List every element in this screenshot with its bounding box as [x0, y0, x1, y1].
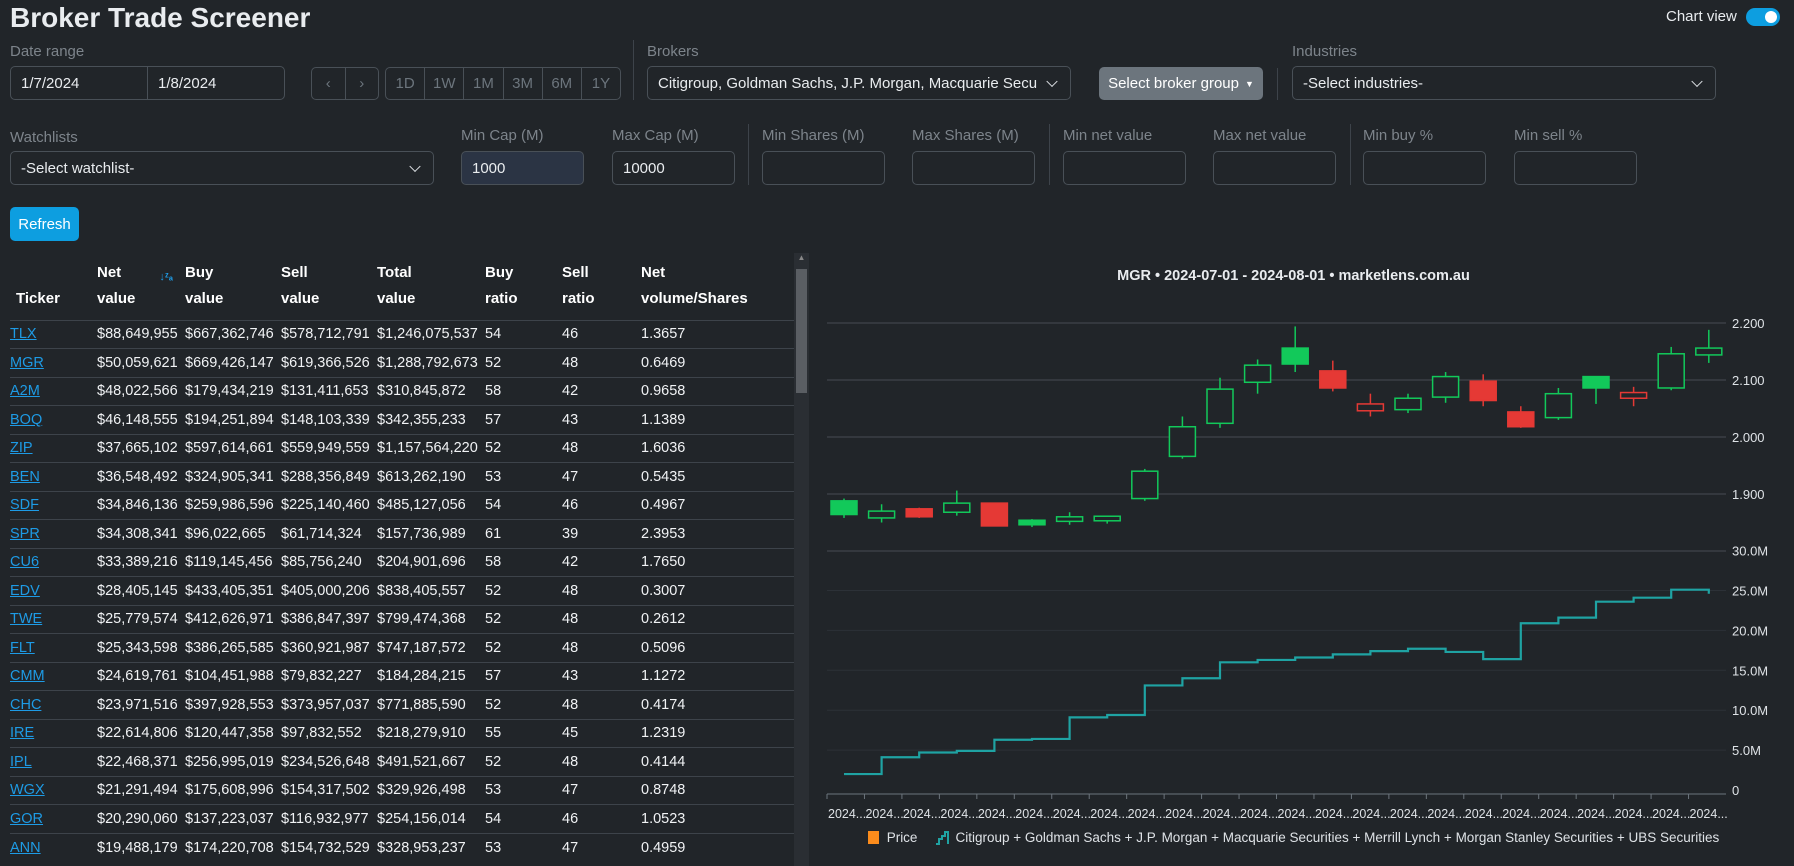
x-tick-label: 2024... [1577, 807, 1615, 821]
x-tick-label: 2024... [1427, 807, 1465, 821]
candle[interactable] [1507, 406, 1535, 428]
candle[interactable] [1582, 375, 1610, 404]
candle[interactable] [1206, 377, 1234, 428]
volume-tick-label: 25.0M [1732, 584, 1768, 599]
candle[interactable] [1469, 374, 1497, 407]
candle-body [1093, 515, 1121, 522]
candle-body [1206, 388, 1234, 425]
candle[interactable] [1281, 326, 1309, 373]
candle[interactable] [905, 507, 933, 518]
candle[interactable] [1131, 468, 1159, 501]
x-tick-label: 2024... [1690, 807, 1728, 821]
candle-body [1055, 516, 1084, 523]
volume-tick-label: 30.0M [1732, 544, 1768, 559]
price-tick-label: 2.000 [1732, 430, 1765, 445]
volume-step-line [844, 588, 1710, 776]
x-tick-label: 2024... [1315, 807, 1353, 821]
candle-body [1394, 397, 1422, 411]
candle-body [1356, 403, 1385, 412]
price-tick-label: 2.100 [1732, 373, 1765, 388]
candle[interactable] [1544, 387, 1573, 420]
x-tick-label: 2024... [1015, 807, 1053, 821]
x-tick-label: 2024... [1352, 807, 1390, 821]
price-volume-chart: 1.900 2.000 2.100 2.200 0 5.0M 10.0M 15.0M 20.0M… [826, 316, 1768, 821]
x-tick-label: 2024... [903, 807, 941, 821]
candle-body [1018, 519, 1046, 526]
candle[interactable] [1431, 372, 1460, 403]
legend-item-brokers[interactable]: Citigroup + Goldman Sachs + J.P. Morgan … [935, 830, 1719, 845]
x-tick-label: 2024... [828, 807, 866, 821]
x-tick-label: 2024... [1240, 807, 1278, 821]
candle-body [1469, 380, 1497, 402]
volume-tick-label: 15.0M [1732, 663, 1768, 678]
x-tick-label: 2024... [1540, 807, 1578, 821]
x-tick-label: 2024... [1652, 807, 1690, 821]
candle-body [980, 502, 1009, 527]
volume-tick-label: 10.0M [1732, 703, 1768, 718]
legend-label: Citigroup + Goldman Sachs + J.P. Morgan … [955, 830, 1720, 845]
candle[interactable] [980, 502, 1009, 527]
candle-body [1507, 411, 1535, 428]
x-tick-label: 2024... [1615, 807, 1653, 821]
volume-tick-label: 5.0M [1732, 743, 1761, 758]
x-tick-label: 2024... [940, 807, 978, 821]
volume-tick-label: 20.0M [1732, 623, 1768, 638]
candle[interactable] [1018, 519, 1046, 528]
candle[interactable] [867, 504, 896, 523]
x-tick-label: 2024... [1053, 807, 1091, 821]
candle-body [1431, 375, 1460, 398]
candle[interactable] [830, 498, 858, 518]
candle-body [1619, 391, 1648, 399]
candle[interactable] [1168, 416, 1197, 459]
candle-body [1582, 375, 1610, 389]
candle[interactable] [1356, 393, 1385, 417]
candle-body [943, 502, 971, 513]
step-line-icon [936, 830, 950, 845]
price-tick-label: 2.200 [1732, 316, 1765, 331]
price-tick-label: 1.900 [1732, 487, 1765, 502]
x-tick-label: 2024... [1165, 807, 1203, 821]
x-tick-label: 2024... [1465, 807, 1503, 821]
chart-legend: Price Citigroup + Goldman Sachs + J.P. M… [811, 830, 1776, 845]
x-tick-label: 2024... [1203, 807, 1241, 821]
candle[interactable] [1657, 346, 1685, 391]
candle[interactable] [1243, 359, 1272, 394]
candle[interactable] [1055, 512, 1084, 525]
candle-body [1319, 370, 1347, 389]
candle-body [1695, 347, 1723, 356]
legend-item-price[interactable]: Price [867, 830, 918, 845]
x-tick-label: 2024... [1390, 807, 1428, 821]
candle[interactable] [1619, 386, 1648, 407]
candle-body [1131, 470, 1159, 500]
x-tick-label: 2024... [1090, 807, 1128, 821]
x-tick-label: 2024... [978, 807, 1016, 821]
candle-body [905, 508, 933, 518]
candle-body [1544, 392, 1573, 419]
x-tick-label: 2024... [1128, 807, 1166, 821]
legend-label: Price [886, 830, 918, 845]
candle[interactable] [1695, 329, 1723, 363]
x-tick-label: 2024... [1502, 807, 1540, 821]
square-icon [867, 831, 879, 844]
volume-tick-label: 0 [1732, 783, 1739, 798]
candle[interactable] [1394, 393, 1422, 414]
x-tick-label: 2024... [865, 807, 903, 821]
candle-body [1243, 364, 1272, 384]
candle[interactable] [1319, 360, 1347, 392]
candle-body [867, 510, 896, 519]
candle-body [1657, 353, 1685, 389]
candle-body [1168, 425, 1197, 458]
candle-body [830, 500, 858, 516]
candle-body [1281, 347, 1309, 365]
x-tick-label: 2024... [1278, 807, 1316, 821]
candle[interactable] [1093, 515, 1121, 524]
